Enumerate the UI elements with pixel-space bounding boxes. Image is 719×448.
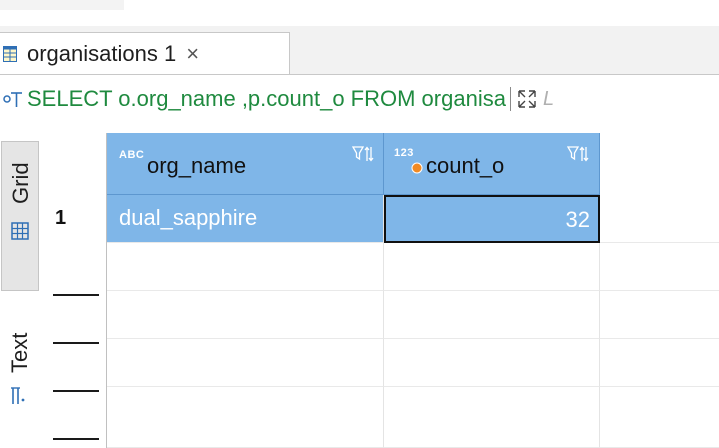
row-marker [53, 294, 99, 296]
cell-org-name[interactable]: dual_sapphire [107, 195, 384, 243]
empty-row [45, 291, 719, 339]
empty-cell [600, 387, 719, 448]
side-tab-text[interactable]: Text [1, 297, 39, 427]
row-number: 1 [55, 207, 67, 229]
empty-cell [107, 387, 384, 448]
row-number-cell [45, 339, 107, 387]
top-strip-segment [0, 0, 124, 10]
text-mode-icon [11, 387, 25, 404]
row-marker [53, 342, 99, 344]
tab-label: organisations 1 [27, 40, 177, 66]
empty-cell [600, 291, 719, 339]
sql-query-icon [3, 92, 22, 107]
filter-sort-icon[interactable] [567, 145, 589, 165]
column-header-label: count_o [426, 153, 505, 178]
empty-cell [384, 339, 600, 387]
side-tab-text-label: Text [7, 332, 32, 373]
row-marker [53, 390, 99, 392]
row-number-cell [45, 291, 107, 339]
empty-cell [384, 387, 600, 448]
cell-count-o[interactable]: 32 [384, 195, 600, 243]
side-tab-grid[interactable]: Grid [1, 141, 39, 291]
empty-row [45, 339, 719, 387]
cell-value: dual_sapphire [119, 205, 258, 230]
grid-corner-cell[interactable] [45, 133, 107, 195]
grid-icon [11, 222, 29, 240]
view-mode-side-tabs: Grid Text [0, 133, 44, 448]
empty-row [45, 387, 719, 448]
table-grid-icon [3, 45, 17, 62]
tab-organisations-1[interactable]: organisations 1 × [0, 32, 290, 74]
column-header-label: org_name [147, 153, 247, 178]
row-marker [53, 438, 99, 440]
column-header-count-o[interactable]: 123 count_o [384, 133, 600, 195]
side-tab-grid-label: Grid [8, 162, 33, 204]
empty-cell [384, 243, 600, 291]
empty-cell [600, 195, 719, 243]
query-separator [509, 87, 511, 111]
sql-query-text[interactable]: SELECT o.org_name ,p.count_o FROM organi… [27, 86, 506, 112]
empty-cell [107, 291, 384, 339]
column-header-org-name[interactable]: ABC org_name [107, 133, 384, 195]
empty-cell [600, 243, 719, 291]
window-top-strip [0, 0, 719, 26]
query-overflow-glyph: L [542, 87, 555, 110]
results-grid: ABC org_name 123 count_o 1 dual_sapphire… [45, 133, 719, 448]
maximize-arrows-icon[interactable] [517, 89, 537, 109]
empty-cell [107, 339, 384, 387]
number-type-badge: 123 [394, 147, 414, 159]
cell-value: 32 [565, 207, 590, 232]
row-number-cell [45, 243, 107, 291]
empty-cell [600, 339, 719, 387]
empty-cell [384, 291, 600, 339]
key-indicator-icon [411, 162, 423, 174]
empty-row [45, 243, 719, 291]
query-text-line[interactable]: SELECT o.org_name ,p.count_o FROM organi… [0, 80, 719, 118]
row-number-cell[interactable]: 1 [45, 195, 107, 243]
string-type-badge: ABC [119, 149, 145, 161]
close-icon[interactable]: × [186, 41, 199, 67]
empty-cell [107, 243, 384, 291]
editor-tab-bar: organisations 1 × [0, 26, 719, 75]
filter-sort-icon[interactable] [352, 145, 374, 165]
